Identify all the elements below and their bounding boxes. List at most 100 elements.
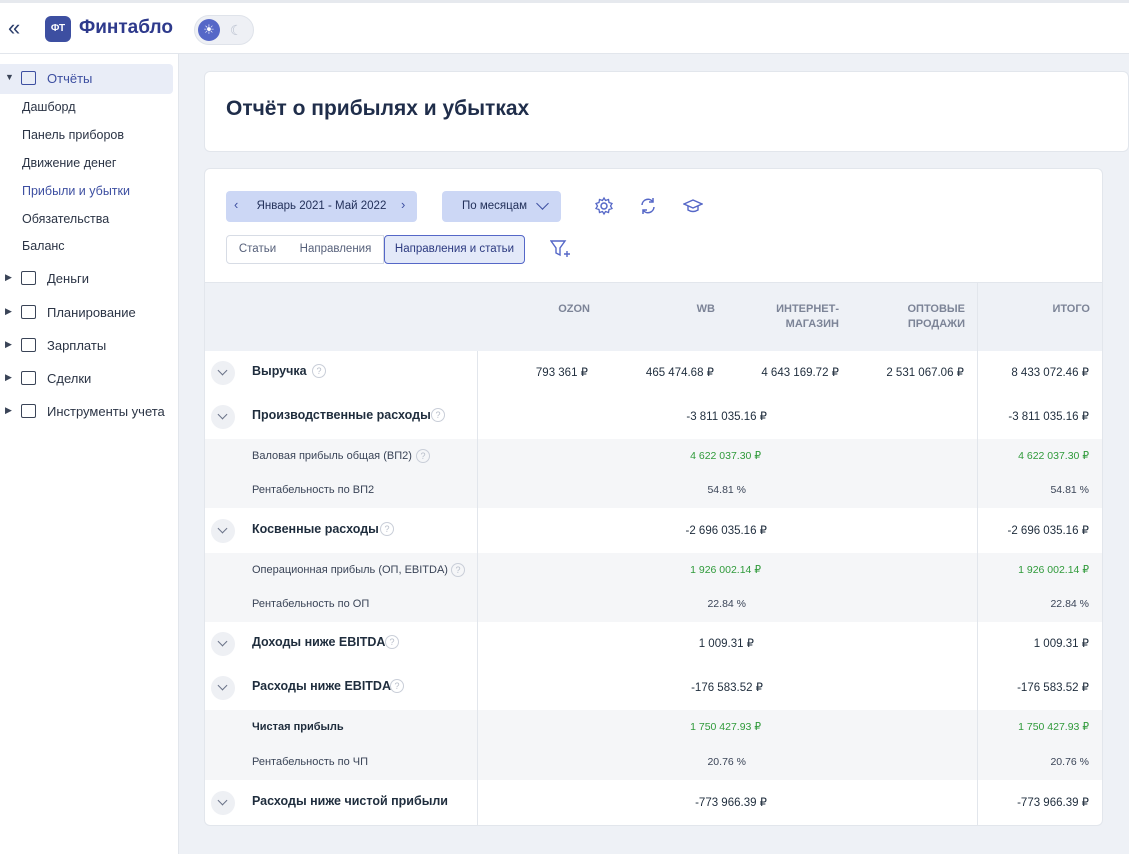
row-label: Выручка	[252, 364, 307, 378]
chevron-right-icon[interactable]: ›	[401, 197, 405, 212]
cell-internet-store: 4 643 169.72 ₽	[761, 367, 839, 379]
chevron-down-icon	[217, 795, 228, 806]
sidebar-group-planning[interactable]: ▶ Планирование	[0, 298, 179, 328]
sidebar-group-salaries[interactable]: ▶ Зарплаты	[0, 331, 179, 361]
grouping-label: По месяцам	[462, 200, 528, 212]
cell-ozon: 793 361 ₽	[535, 367, 588, 379]
table-row-revenue: Выручка ? 793 361 ₽ 465 474.68 ₽ 4 643 1…	[205, 351, 1102, 395]
help-icon[interactable]: ?	[380, 522, 394, 536]
expand-row-button[interactable]	[211, 519, 235, 543]
chevron-down-icon	[217, 680, 228, 691]
logo-text[interactable]: Финтабло	[79, 17, 173, 39]
column-header-ozon: OZON	[558, 303, 590, 315]
caret-right-icon: ▶	[5, 272, 12, 282]
top-bar: « ФТ Финтабло ☀ ☾	[0, 0, 1129, 54]
table-row-expenses-below-ebitda: Расходы ниже EBITDA ? -176 583.52 ₽ -176…	[205, 666, 1102, 710]
expand-row-button[interactable]	[211, 791, 235, 815]
row-label: Операционная прибыль (ОП, EBITDA)	[252, 564, 448, 576]
grouping-dropdown[interactable]: По месяцам	[442, 191, 561, 222]
page-title: Отчёт о прибылях и убытках	[226, 97, 530, 120]
help-icon[interactable]: ?	[416, 449, 430, 463]
column-header-internet-store: ИНТЕРНЕТ- МАГАЗИН	[776, 302, 839, 332]
report-card: ‹ Январь 2021 - Май 2022 › По месяцам Ст…	[204, 168, 1103, 826]
row-label: Рентабельность по ОП	[252, 598, 370, 610]
help-icon[interactable]: ?	[312, 364, 326, 378]
cell-merged: 22.84 %	[707, 598, 746, 610]
gear-icon[interactable]	[594, 196, 614, 216]
table-row-operating-margin: Рентабельность по ОП 22.84 % 22.84 %	[205, 588, 1102, 622]
table-row-income-below-ebitda: Доходы ниже EBITDA ? 1 009.31 ₽ 1 009.31…	[205, 622, 1102, 666]
cell-merged: -176 583.52 ₽	[691, 682, 763, 694]
cell-total: 20.76 %	[1050, 756, 1089, 768]
cell-total: 1 009.31 ₽	[1033, 638, 1089, 650]
column-header-line: ИНТЕРНЕТ-	[776, 303, 839, 315]
chart-icon	[21, 71, 36, 85]
column-divider	[977, 282, 978, 825]
sidebar-group-label: Сделки	[47, 371, 92, 386]
chevron-down-icon	[217, 636, 228, 647]
table-row-gross-margin: Рентабельность по ВП2 54.81 % 54.81 %	[205, 474, 1102, 508]
cell-merged: -773 966.39 ₽	[695, 797, 767, 809]
cell-total: 1 926 002.14 ₽	[1018, 564, 1089, 576]
row-label: Валовая прибыль общая (ВП2)	[252, 450, 412, 462]
tab-directions[interactable]: Направления	[288, 235, 384, 264]
column-header-wb: WB	[696, 303, 715, 315]
tab-directions-and-articles[interactable]: Направления и статьи	[384, 235, 525, 264]
page-header: Отчёт о прибылях и убытках	[204, 71, 1129, 152]
cell-merged: -3 811 035.16 ₽	[686, 411, 767, 423]
sidebar-group-label: Деньги	[47, 271, 89, 286]
theme-toggle[interactable]: ☀ ☾	[194, 15, 254, 45]
expand-row-button[interactable]	[211, 676, 235, 700]
collapse-sidebar-icon[interactable]: «	[8, 15, 20, 41]
expand-row-button[interactable]	[211, 632, 235, 656]
cell-total: -3 811 035.16 ₽	[1008, 411, 1089, 423]
graduation-cap-icon[interactable]	[683, 196, 703, 216]
sidebar-item-instrument-panel[interactable]: Панель приборов	[22, 128, 124, 142]
filter-add-icon[interactable]	[550, 239, 572, 259]
tab-articles[interactable]: Статьи	[226, 235, 289, 264]
chevron-down-icon	[217, 409, 228, 420]
help-icon[interactable]: ?	[431, 408, 445, 422]
table-icon	[21, 404, 36, 418]
cell-total: -773 966.39 ₽	[1017, 797, 1089, 809]
sidebar-item-balance[interactable]: Баланс	[22, 239, 65, 253]
cell-merged: 1 926 002.14 ₽	[690, 564, 761, 576]
expand-row-button[interactable]	[211, 405, 235, 429]
sidebar-item-profit-loss[interactable]: Прибыли и убытки	[22, 184, 130, 198]
sidebar-item-dashboard[interactable]: Дашборд	[22, 100, 76, 114]
table-row-production-expenses: Производственные расходы ? -3 811 035.16…	[205, 395, 1102, 439]
sidebar-item-liabilities[interactable]: Обязательства	[22, 212, 109, 226]
column-header-total: ИТОГО	[1052, 303, 1090, 315]
cell-merged: 1 009.31 ₽	[698, 638, 754, 650]
sidebar-item-cash-flow[interactable]: Движение денег	[22, 156, 116, 170]
column-header-line: ПРОДАЖИ	[907, 318, 965, 330]
sidebar: ▼ Отчёты Дашборд Панель приборов Движени…	[0, 54, 179, 854]
sidebar-group-label: Отчёты	[47, 71, 93, 86]
table-header: OZON WB ИНТЕРНЕТ- МАГАЗИН ОПТОВЫЕ ПРОДАЖ…	[205, 282, 1102, 351]
help-icon[interactable]: ?	[451, 563, 465, 577]
cell-merged: 4 622 037.30 ₽	[690, 450, 761, 462]
refresh-icon[interactable]	[638, 196, 658, 216]
row-label: Доходы ниже EBITDA	[252, 635, 386, 649]
cell-total: 4 622 037.30 ₽	[1018, 450, 1089, 462]
help-icon[interactable]: ?	[385, 635, 399, 649]
sidebar-group-accounting-tools[interactable]: ▶ Инструменты учета	[0, 397, 179, 427]
cell-wb: 465 474.68 ₽	[645, 367, 714, 379]
help-icon[interactable]: ?	[390, 679, 404, 693]
row-label: Рентабельность по ВП2	[252, 484, 375, 496]
chevron-down-icon	[217, 523, 228, 534]
column-header-line: ОПТОВЫЕ	[907, 303, 965, 315]
sidebar-group-reports[interactable]: ▼ Отчёты	[0, 64, 173, 94]
wallet-icon	[21, 271, 36, 285]
cell-total: 22.84 %	[1050, 598, 1089, 610]
cell-wholesale: 2 531 067.06 ₽	[886, 367, 964, 379]
sidebar-group-money[interactable]: ▶ Деньги	[0, 264, 179, 294]
expand-row-button[interactable]	[211, 361, 235, 385]
caret-right-icon: ▶	[5, 339, 12, 349]
table-row-ebitda: Операционная прибыль (ОП, EBITDA) ? 1 92…	[205, 553, 1102, 588]
caret-right-icon: ▶	[5, 306, 12, 316]
sidebar-group-label: Зарплаты	[47, 338, 107, 353]
cell-merged: 20.76 %	[707, 756, 746, 768]
period-selector[interactable]: ‹ Январь 2021 - Май 2022 ›	[226, 191, 417, 222]
sidebar-group-deals[interactable]: ▶ Сделки	[0, 364, 179, 394]
